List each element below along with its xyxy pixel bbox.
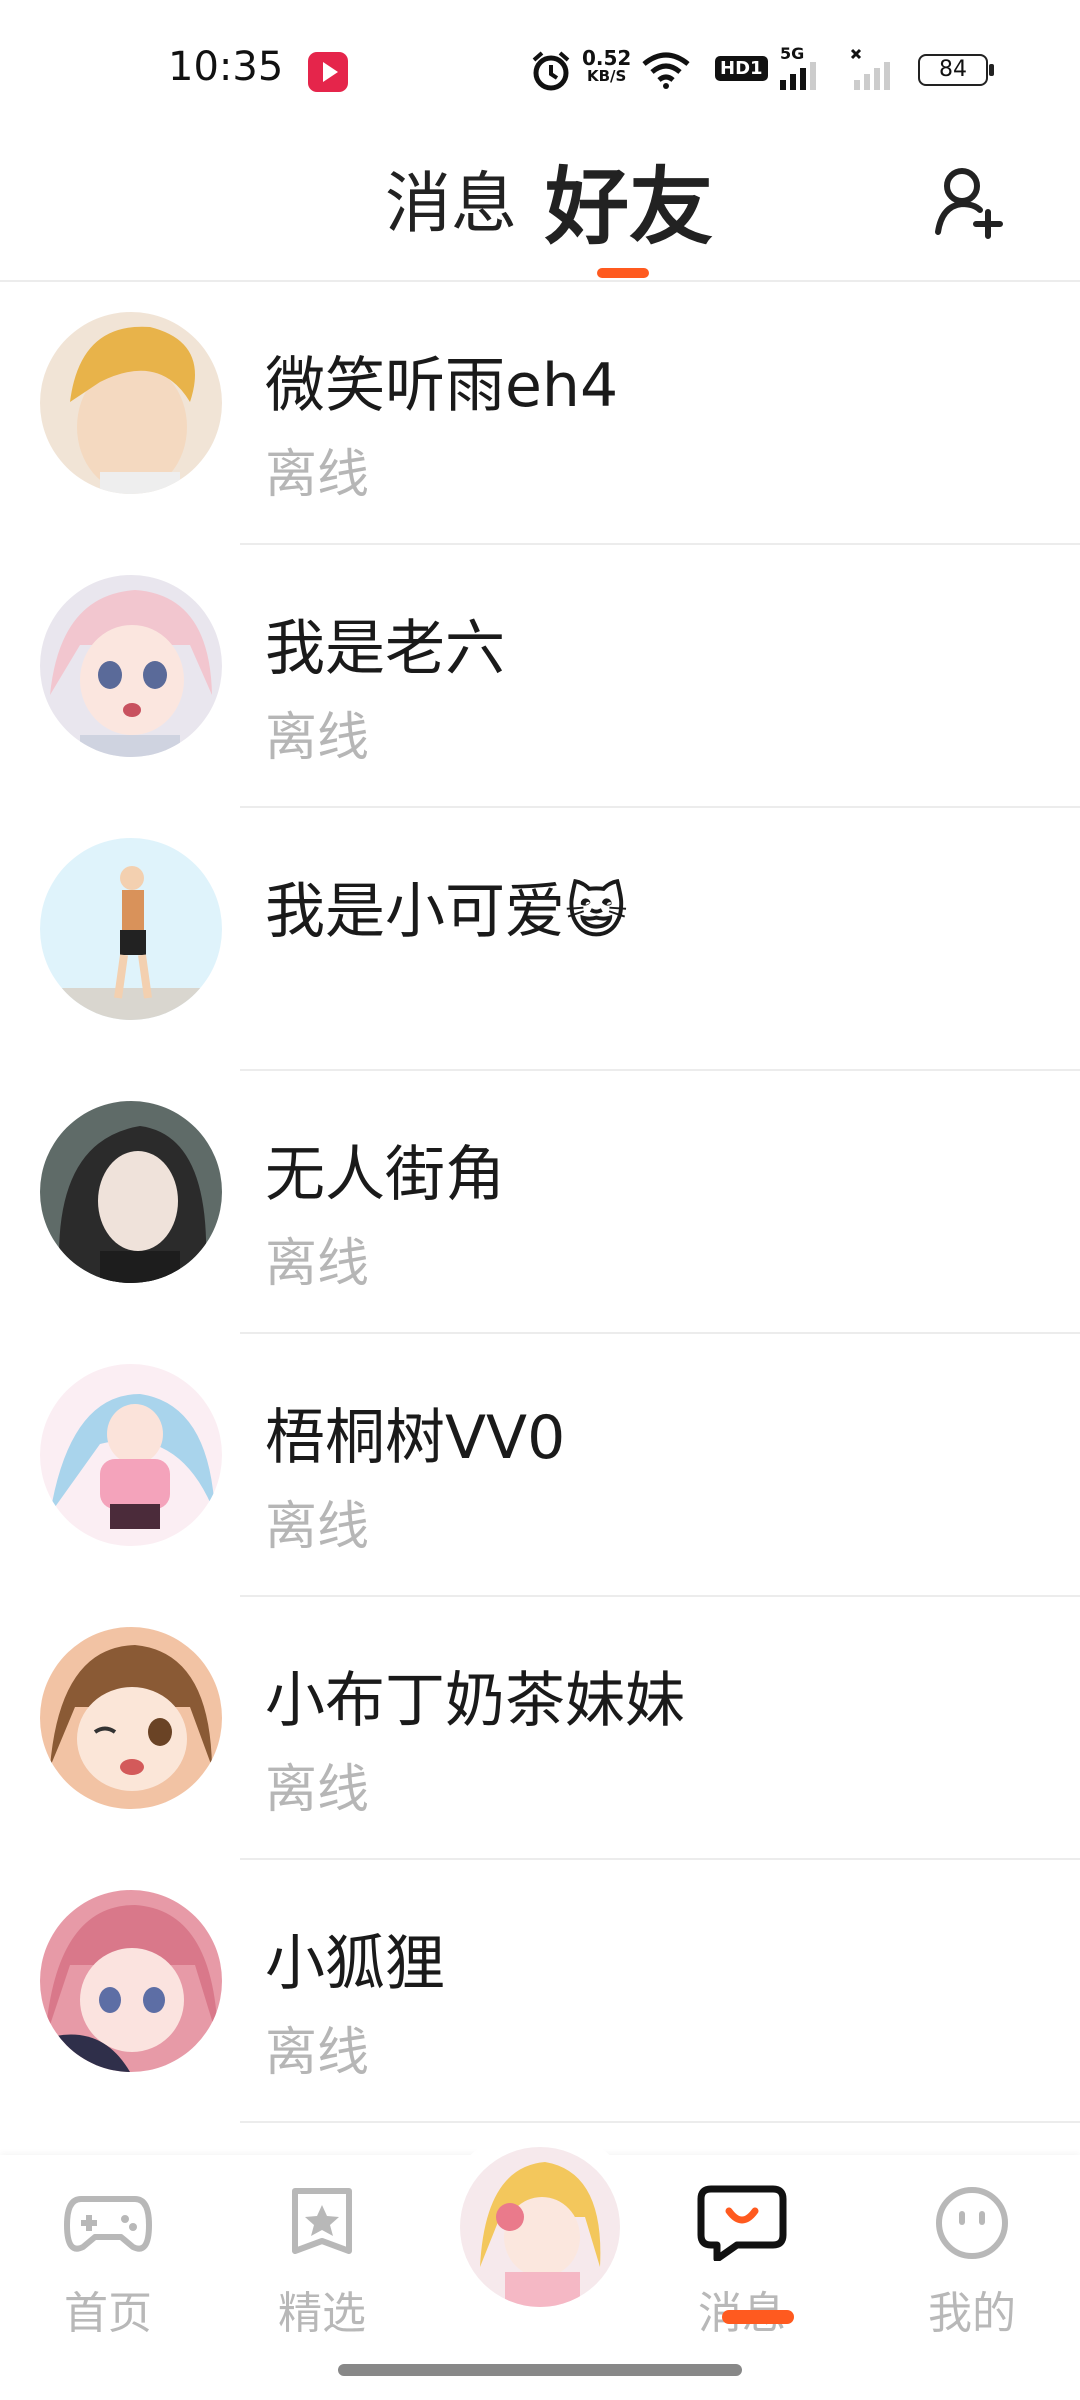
- friend-item[interactable]: 微笑听雨eh4 离线: [0, 282, 1080, 545]
- friend-item[interactable]: 无人街角 离线: [0, 1071, 1080, 1334]
- video-app-icon: [308, 52, 348, 92]
- tab-messages[interactable]: 消息: [385, 150, 517, 246]
- friend-list: 微笑听雨eh4 离线 我是老六 离线 我是小可爱😺 无人街角 离线 梧桐树VV0…: [0, 282, 1080, 2123]
- cat-emoji: 😺: [565, 877, 628, 947]
- gamepad-icon: [64, 2196, 152, 2252]
- friend-status: 离线: [265, 1234, 370, 1294]
- hd-badge: HD1: [715, 56, 768, 81]
- star-bookmark-icon: [292, 2188, 352, 2254]
- avatar[interactable]: [40, 312, 222, 494]
- nav-home-label: 首页: [64, 2288, 152, 2339]
- avatar[interactable]: [40, 575, 222, 757]
- center-avatar[interactable]: [460, 2147, 620, 2307]
- avatar[interactable]: [40, 838, 222, 1020]
- avatar[interactable]: [40, 1627, 222, 1809]
- friend-name: 我是老六: [265, 614, 505, 684]
- add-user-icon[interactable]: [930, 160, 1010, 240]
- header: 消息 好友: [0, 130, 1080, 282]
- friend-name: 微笑听雨eh4: [265, 351, 619, 421]
- status-bar: 10:35 0.52 KB/S HD1 5G 84: [0, 0, 1080, 130]
- friend-status: 离线: [265, 445, 370, 505]
- friend-item[interactable]: 梧桐树VV0 离线: [0, 1334, 1080, 1597]
- nav-profile-label: 我的: [928, 2288, 1016, 2339]
- avatar[interactable]: [40, 1101, 222, 1283]
- active-tab-indicator: [597, 268, 649, 278]
- status-icons: 0.52 KB/S HD1 5G 84: [530, 44, 1000, 96]
- friend-name: 无人街角: [265, 1140, 505, 1210]
- cellular-no-signal-icon: [850, 48, 890, 90]
- friend-item[interactable]: 小布丁奶茶妹妹 离线: [0, 1597, 1080, 1860]
- nav-featured[interactable]: 精选: [252, 2185, 392, 2341]
- avatar[interactable]: [40, 1364, 222, 1546]
- home-indicator[interactable]: [338, 2364, 742, 2376]
- divider: [240, 2121, 1080, 2123]
- chat-bubble-icon: [697, 2185, 787, 2263]
- tab-friends[interactable]: 好友: [545, 140, 713, 261]
- wifi-icon: [642, 52, 690, 89]
- nav-home[interactable]: 首页: [38, 2185, 178, 2341]
- friend-name: 小布丁奶茶妹妹: [265, 1666, 685, 1736]
- network-speed: 0.52 KB/S: [582, 46, 632, 85]
- signal-5g-label: 5G: [780, 44, 805, 63]
- friend-status: 离线: [265, 1760, 370, 1820]
- nav-active-indicator: [722, 2310, 794, 2324]
- nav-messages-label: 消息: [672, 2277, 812, 2341]
- friend-status: 离线: [265, 708, 370, 768]
- friend-name: 梧桐树VV0: [265, 1403, 566, 1473]
- face-icon: [936, 2187, 1008, 2259]
- friend-name: 小狐狸: [265, 1929, 445, 1999]
- cellular-signal-icon: [780, 62, 816, 90]
- friend-name: 我是小可爱😺: [265, 877, 628, 947]
- friend-item[interactable]: 我是老六 离线: [0, 545, 1080, 808]
- battery-indicator: 84: [918, 54, 994, 86]
- nav-featured-label: 精选: [278, 2288, 366, 2339]
- nav-profile[interactable]: 我的: [902, 2185, 1042, 2341]
- status-time: 10:35: [168, 44, 284, 90]
- friend-item[interactable]: 我是小可爱😺: [0, 808, 1080, 1071]
- friend-status: 离线: [265, 2023, 370, 2083]
- avatar[interactable]: [40, 1890, 222, 2072]
- friend-status: 离线: [265, 1497, 370, 1557]
- friend-item[interactable]: 小狐狸 离线: [0, 1860, 1080, 2123]
- alarm-icon: [532, 51, 570, 91]
